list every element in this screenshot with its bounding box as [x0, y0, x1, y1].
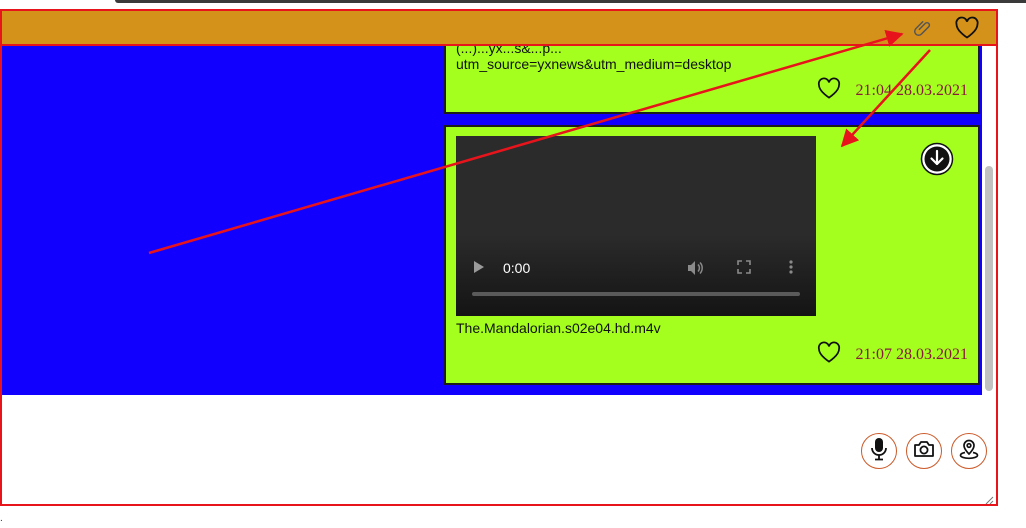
fullscreen-icon[interactable] — [737, 260, 751, 279]
heart-icon[interactable] — [954, 15, 980, 41]
location-button[interactable] — [951, 433, 987, 469]
attachment-filename: The.Mandalorian.s02e04.hd.m4v — [456, 320, 661, 336]
message-meta: 21:04 28.03.2021 — [816, 77, 968, 105]
volume-icon[interactable] — [687, 260, 705, 281]
paperclip-icon[interactable] — [910, 15, 936, 41]
video-progress-bar[interactable] — [472, 292, 800, 296]
message-timestamp: 21:07 28.03.2021 — [855, 346, 968, 363]
message-meta: 21:07 28.03.2021 — [816, 341, 968, 369]
like-heart-icon[interactable] — [816, 341, 842, 369]
message-bubble: 0:00 The.Mandalorian.s02e04.hd.m4v 21:07… — [444, 125, 980, 385]
camera-icon — [913, 440, 935, 463]
resize-grip-icon[interactable] — [984, 492, 994, 504]
microphone-icon — [870, 437, 888, 466]
like-heart-icon[interactable] — [816, 77, 842, 105]
video-current-time: 0:00 — [503, 260, 531, 276]
message-bubble: (...)...yx...s&...p... utm_source=yxnews… — [444, 46, 980, 114]
message-composer[interactable] — [2, 395, 996, 504]
camera-button[interactable] — [906, 433, 942, 469]
map-pin-icon — [958, 438, 980, 465]
play-icon[interactable] — [472, 260, 486, 274]
message-timestamp: 21:04 28.03.2021 — [855, 82, 968, 99]
stray-period: . — [0, 513, 3, 524]
download-circle-icon[interactable] — [920, 142, 954, 176]
microphone-button[interactable] — [861, 433, 897, 469]
browser-top-edge — [0, 0, 1026, 5]
message-list-scrollbar[interactable] — [982, 46, 996, 395]
more-options-icon[interactable] — [789, 260, 793, 279]
message-link-text[interactable]: utm_source=yxnews&utm_medium=desktop — [456, 56, 731, 72]
message-list[interactable]: (...)...yx...s&...p... utm_source=yxnews… — [2, 46, 996, 395]
scrollbar-thumb[interactable] — [985, 166, 993, 391]
message-link-text[interactable]: (...)...yx...s&...p... — [456, 46, 562, 56]
chat-header — [2, 11, 996, 46]
chat-widget: (...)...yx...s&...p... utm_source=yxnews… — [0, 9, 998, 506]
video-player[interactable]: 0:00 — [456, 136, 816, 316]
